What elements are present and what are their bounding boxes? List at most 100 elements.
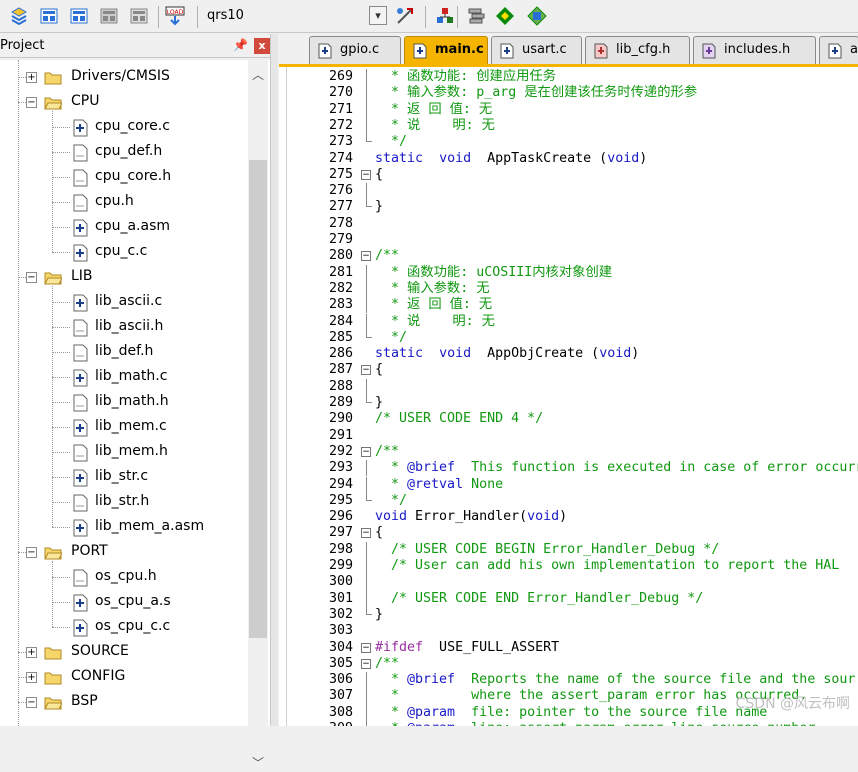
tree-file[interactable]: os_cpu.h: [0, 565, 248, 590]
tree-file[interactable]: lib_mem_a.asm: [0, 515, 248, 540]
target-select[interactable]: qrs10: [207, 5, 367, 27]
tree-file[interactable]: lib_mem.c: [0, 415, 248, 440]
line-number: 271: [328, 101, 353, 117]
collapse-icon[interactable]: −: [26, 272, 37, 283]
tree-file[interactable]: lib_ascii.c: [0, 290, 248, 315]
scroll-down-arrow[interactable]: ﹀: [248, 754, 268, 772]
tree-file[interactable]: lib_def.h: [0, 340, 248, 365]
fold-line: [366, 101, 367, 118]
tree-folder[interactable]: + CONFIG: [0, 665, 248, 690]
fold-toggle-icon[interactable]: −: [361, 658, 371, 669]
tab-lib_cfg-h[interactable]: lib_cfg.h: [585, 36, 690, 64]
code-token: void: [375, 509, 408, 525]
fold-toggle-icon[interactable]: −: [361, 251, 371, 262]
tree-folder[interactable]: + SOURCE: [0, 640, 248, 665]
tree-scrollbar[interactable]: ︿ ﹀: [248, 60, 268, 770]
code-token: {: [375, 525, 384, 541]
manage-components-icon[interactable]: [435, 6, 455, 26]
code-text: */: [375, 134, 407, 150]
target-options-icon[interactable]: [395, 6, 415, 26]
tree-file[interactable]: lib_str.c: [0, 465, 248, 490]
fold-line: [366, 264, 367, 281]
collapse-icon[interactable]: −: [26, 547, 37, 558]
tree-folder[interactable]: − CPU: [0, 90, 248, 115]
tree-label: cpu.h: [95, 193, 134, 209]
tree-file[interactable]: cpu_core.c: [0, 115, 248, 140]
stop-build-icon[interactable]: [129, 6, 149, 26]
tree-label: os_cpu.h: [95, 568, 157, 584]
fold-line: [366, 558, 367, 575]
code-token: void: [607, 150, 640, 166]
tree-file[interactable]: lib_str.h: [0, 490, 248, 515]
folder-icon: [44, 270, 63, 285]
download-icon[interactable]: LOAD: [165, 6, 185, 26]
tab-label: usart.c: [522, 42, 567, 57]
target-dropdown-button[interactable]: ▾: [369, 6, 387, 25]
expand-icon[interactable]: +: [26, 647, 37, 658]
tree-folder[interactable]: − LIB: [0, 265, 248, 290]
project-panel-title: Project: [0, 38, 45, 53]
tree-file[interactable]: cpu_core.h: [0, 165, 248, 190]
line-number: 272: [328, 117, 353, 133]
code-token: */: [375, 492, 408, 508]
code-editor[interactable]: 269 * 函数功能: 创建应用任务 270 * 输入参数: p_arg 是在创建…: [279, 64, 858, 726]
tree-file[interactable]: lib_math.h: [0, 390, 248, 415]
fold-toggle-icon[interactable]: −: [361, 642, 371, 653]
tab-usart-c[interactable]: usart.c: [491, 36, 582, 64]
tab-gpio-c[interactable]: gpio.c: [309, 36, 401, 64]
header-file-icon: [72, 494, 88, 512]
fold-toggle-icon[interactable]: −: [361, 365, 371, 376]
tree-label: cpu_core.h: [95, 168, 172, 184]
tree-file[interactable]: cpu.h: [0, 190, 248, 215]
panel-splitter[interactable]: [270, 34, 278, 726]
tree-file[interactable]: cpu_def.h: [0, 140, 248, 165]
fold-toggle-icon[interactable]: −: [361, 169, 371, 180]
line-number: 276: [328, 183, 353, 199]
rebuild-icon[interactable]: [69, 6, 89, 26]
tree-folder[interactable]: + Drivers/CMSIS: [0, 65, 248, 90]
fold-toggle-icon[interactable]: −: [361, 528, 371, 539]
source-file-icon: [72, 594, 88, 612]
code-text: */: [375, 330, 407, 346]
translate-icon[interactable]: [9, 6, 29, 26]
tree-file[interactable]: os_cpu_a.s: [0, 590, 248, 615]
expand-icon[interactable]: +: [26, 672, 37, 683]
tab-main-c[interactable]: main.c: [404, 36, 488, 64]
header-file-icon: [72, 144, 88, 162]
fold-line: [366, 541, 367, 558]
tree-file[interactable]: lib_math.c: [0, 365, 248, 390]
code-text: * @brief This function is executed in ca…: [375, 460, 858, 476]
code-token: {: [375, 166, 384, 182]
tree-folder[interactable]: − BSP: [0, 690, 248, 715]
fold-toggle-icon[interactable]: −: [361, 446, 371, 457]
options-icon[interactable]: [527, 6, 547, 26]
tree-guide: [52, 377, 70, 378]
tree-file[interactable]: os_cpu_c.c: [0, 615, 248, 640]
code-text: void Error_Handler(void): [375, 509, 567, 525]
tab-a[interactable]: a: [819, 36, 858, 64]
tree-label: lib_def.h: [95, 343, 154, 359]
batch-build-icon[interactable]: [99, 6, 119, 26]
tree-folder[interactable]: − PORT: [0, 540, 248, 565]
select-packs-icon[interactable]: [467, 6, 487, 26]
expand-icon[interactable]: +: [26, 72, 37, 83]
tree-file[interactable]: lib_mem.h: [0, 440, 248, 465]
collapse-icon[interactable]: −: [26, 697, 37, 708]
tree-file[interactable]: cpu_c.c: [0, 240, 248, 265]
scroll-up-arrow[interactable]: ︿: [248, 66, 268, 84]
collapse-icon[interactable]: −: [26, 97, 37, 108]
code-line: 284 * 说 明: 无: [279, 313, 858, 330]
pin-icon[interactable]: 📌: [233, 38, 248, 52]
line-number: 307: [328, 688, 353, 704]
tree-file[interactable]: lib_ascii.h: [0, 315, 248, 340]
code-text: * @retval None: [375, 477, 503, 493]
code-token: /* USER CODE END 4 */: [375, 411, 544, 427]
tree-file[interactable]: cpu_a.asm: [0, 215, 248, 240]
build-icon[interactable]: [39, 6, 59, 26]
code-line: 292−/**: [279, 444, 858, 460]
tab-includes-h[interactable]: includes.h: [693, 36, 816, 64]
pack-installer-icon[interactable]: [495, 6, 515, 26]
code-token: USE_FULL_ASSERT: [423, 639, 560, 655]
close-panel-button[interactable]: x: [254, 38, 270, 54]
scrollbar-thumb[interactable]: [249, 160, 267, 638]
